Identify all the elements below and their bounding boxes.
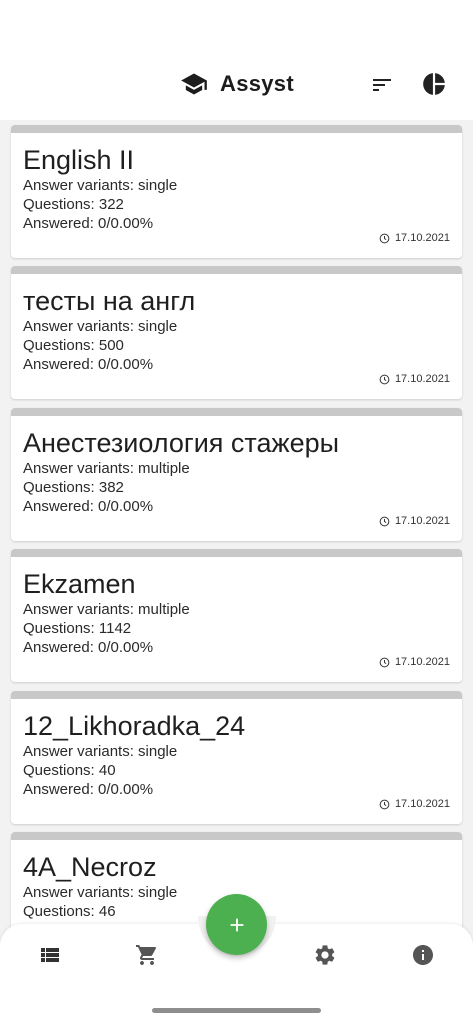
add-test-button[interactable] <box>206 894 267 955</box>
test-card[interactable]: English II Answer variants: single Quest… <box>11 125 462 258</box>
answered-stat: Answered: 0/0.00% <box>23 356 154 373</box>
pie-chart-icon[interactable] <box>421 71 447 97</box>
test-date: 17.10.2021 <box>379 373 450 385</box>
card-header-strip <box>11 408 462 416</box>
test-card[interactable]: 12_Likhoradka_24 Answer variants: single… <box>11 691 462 824</box>
sort-icon[interactable] <box>370 73 394 97</box>
test-date: 17.10.2021 <box>379 798 450 810</box>
plus-icon <box>230 918 243 931</box>
home-indicator <box>152 1008 321 1013</box>
card-header-strip <box>11 832 462 840</box>
clock-icon <box>379 799 390 809</box>
test-title: тесты на англ <box>23 286 196 316</box>
test-date: 17.10.2021 <box>379 656 450 668</box>
question-count: Questions: 382 <box>23 479 124 496</box>
question-count: Questions: 46 <box>23 903 116 920</box>
answer-variants: Answer variants: single <box>23 177 178 194</box>
question-count: Questions: 40 <box>23 762 116 779</box>
clock-icon <box>379 374 390 384</box>
card-header-strip <box>11 549 462 557</box>
answer-variants: Answer variants: single <box>23 884 178 901</box>
question-count: Questions: 500 <box>23 337 124 354</box>
test-title: Ekzamen <box>23 569 136 599</box>
test-date: 17.10.2021 <box>379 515 450 527</box>
question-count: Questions: 322 <box>23 196 124 213</box>
test-title: English II <box>23 145 135 175</box>
test-list: English II Answer variants: single Quest… <box>0 120 473 940</box>
answered-stat: Answered: 0/0.00% <box>23 498 154 515</box>
app-title-group: Assyst <box>180 70 294 98</box>
graduation-cap-icon <box>181 73 207 95</box>
test-title: 4A_Necroz <box>23 852 157 882</box>
answer-variants: Answer variants: multiple <box>23 460 190 477</box>
test-date-label: 17.10.2021 <box>394 515 450 527</box>
answered-stat: Answered: 0/0.00% <box>23 781 154 798</box>
card-header-strip <box>11 125 462 133</box>
test-card[interactable]: Анестезиология стажеры Answer variants: … <box>11 408 462 541</box>
test-card[interactable]: Ekzamen Answer variants: multiple Questi… <box>11 549 462 682</box>
test-card[interactable]: тесты на англ Answer variants: single Qu… <box>11 266 462 399</box>
answered-stat: Answered: 0/0.00% <box>23 639 154 656</box>
answered-stat: Answered: 0/0.00% <box>23 215 154 232</box>
answer-variants: Answer variants: single <box>23 743 178 760</box>
question-count: Questions: 1142 <box>23 620 132 637</box>
info-icon[interactable] <box>411 943 435 967</box>
test-date: 17.10.2021 <box>379 232 450 244</box>
cart-icon[interactable] <box>135 943 159 967</box>
card-header-strip <box>11 691 462 699</box>
card-header-strip <box>11 266 462 274</box>
answer-variants: Answer variants: single <box>23 318 178 335</box>
clock-icon <box>379 516 390 526</box>
test-title: Анестезиология стажеры <box>23 428 340 458</box>
test-date-label: 17.10.2021 <box>394 373 450 385</box>
clock-icon <box>379 657 390 667</box>
settings-icon[interactable] <box>313 943 337 967</box>
test-date-label: 17.10.2021 <box>394 798 450 810</box>
list-icon[interactable] <box>38 943 62 967</box>
home-indicator-area <box>0 986 473 1024</box>
app-title: Assyst <box>220 71 294 96</box>
test-date-label: 17.10.2021 <box>394 232 450 244</box>
test-date-label: 17.10.2021 <box>394 656 450 668</box>
answer-variants: Answer variants: multiple <box>23 601 190 618</box>
test-title: 12_Likhoradka_24 <box>23 711 246 741</box>
app-bar: Assyst <box>0 0 473 120</box>
clock-icon <box>379 233 390 243</box>
